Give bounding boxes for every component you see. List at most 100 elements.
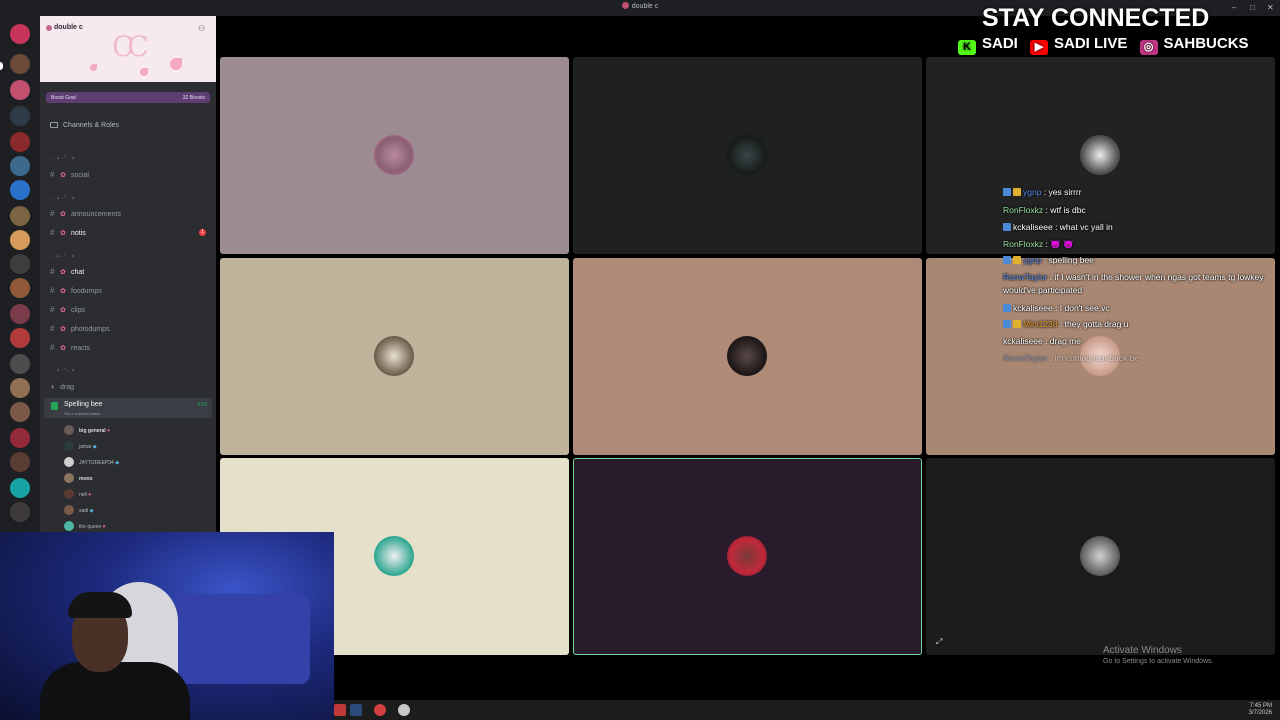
streamer-body bbox=[40, 662, 190, 720]
add-member-icon[interactable]: ⚇ bbox=[198, 24, 205, 33]
avatar bbox=[1080, 536, 1120, 576]
channel-label: clips bbox=[71, 307, 86, 314]
lock-icon bbox=[51, 402, 58, 410]
server-icon[interactable] bbox=[10, 156, 30, 176]
hash-icon: # bbox=[50, 305, 55, 314]
server-icon[interactable] bbox=[10, 378, 30, 398]
hash-icon: # bbox=[50, 343, 55, 352]
voice-member[interactable]: mooo bbox=[64, 472, 93, 486]
voice-member[interactable]: sadi ◆ bbox=[64, 504, 93, 518]
steam-icon[interactable] bbox=[350, 704, 362, 716]
flower-icon: ✿ bbox=[60, 326, 66, 333]
boost-goal-bar[interactable]: Boost Goal 32 Boosts bbox=[46, 92, 210, 103]
chat-user: ygnp bbox=[1023, 255, 1042, 265]
voice-member[interactable]: big general ♥ bbox=[64, 424, 110, 438]
voice-channel-drag[interactable]: ◖ drag bbox=[50, 380, 210, 393]
server-icon[interactable] bbox=[10, 54, 30, 74]
voice-member[interactable]: jamar ◆ bbox=[64, 440, 97, 454]
server-banner[interactable]: double c CC ⚇ bbox=[40, 16, 216, 82]
voice-channel-status[interactable]: Set a channel status bbox=[64, 411, 100, 416]
system-tray[interactable]: 7:45 PM 3/7/2026 bbox=[1249, 703, 1272, 717]
chat-message: RonwTaylor : if I wasn't in the shower w… bbox=[1003, 271, 1273, 297]
avatar bbox=[1080, 135, 1120, 175]
channel-social[interactable]: # ✿ social bbox=[50, 168, 210, 181]
channel-notis[interactable]: # ✿ notis 1 bbox=[50, 226, 210, 239]
channel-foodumps[interactable]: # ✿ foodumps bbox=[50, 284, 210, 297]
voice-channel-name: Spelling bee bbox=[64, 401, 103, 408]
member-name: jamar bbox=[79, 444, 92, 450]
badge-icon bbox=[1013, 256, 1021, 264]
channel-chat[interactable]: # ✿ chat bbox=[50, 265, 210, 278]
server-icon[interactable] bbox=[10, 106, 30, 126]
flower-icon: ✿ bbox=[60, 307, 66, 314]
list-icon bbox=[50, 122, 58, 128]
channels-roles-link[interactable]: Channels & Roles bbox=[50, 122, 119, 129]
chat-user: RonFloxkz bbox=[1003, 205, 1044, 215]
voice-channel-time: 4:53 bbox=[197, 402, 207, 408]
instagram-icon: ◎ bbox=[1139, 40, 1158, 55]
badge-icon bbox=[1013, 320, 1021, 328]
heart-icon: ♥ bbox=[88, 492, 92, 498]
server-name[interactable]: double c bbox=[54, 24, 83, 31]
social-kick: K SADI bbox=[958, 35, 1018, 55]
participant-tile[interactable] bbox=[220, 258, 569, 455]
category-divider-icon: ·.✧·˚· ˅ bbox=[51, 254, 76, 260]
server-icon[interactable] bbox=[10, 278, 30, 298]
app-icon[interactable] bbox=[398, 704, 410, 716]
server-icon[interactable] bbox=[10, 304, 30, 324]
server-icon[interactable] bbox=[10, 502, 30, 522]
close-icon[interactable]: ✕ bbox=[1267, 3, 1274, 12]
social-label: SAHBUCKS bbox=[1163, 35, 1249, 52]
chat-message: kckaliseee : I don't see vc bbox=[1003, 302, 1273, 315]
gem-icon: ◆ bbox=[89, 508, 94, 514]
member-name: mooo bbox=[79, 476, 93, 482]
server-icon[interactable] bbox=[10, 80, 30, 100]
voice-member[interactable]: nell ♥ bbox=[64, 488, 91, 502]
server-icon[interactable] bbox=[10, 132, 30, 152]
participant-tile[interactable]: ⤢ bbox=[926, 458, 1275, 655]
channel-label: social bbox=[71, 172, 89, 179]
chat-user: kckaliseee bbox=[1013, 303, 1053, 313]
member-name: nell bbox=[79, 492, 87, 498]
channel-clips[interactable]: # ✿ clips bbox=[50, 303, 210, 316]
participant-tile[interactable] bbox=[220, 57, 569, 254]
channel-photodumps[interactable]: # ✿ photodumps bbox=[50, 322, 210, 335]
badge-icon bbox=[1003, 304, 1011, 312]
avatar bbox=[727, 536, 767, 576]
server-icon[interactable] bbox=[10, 478, 30, 498]
gem-icon: ◆ bbox=[92, 444, 97, 450]
channel-reacts[interactable]: # ✿ reacts bbox=[50, 341, 210, 354]
channel-label: announcements bbox=[71, 211, 121, 218]
server-icon[interactable] bbox=[10, 206, 30, 226]
app-icon[interactable] bbox=[374, 704, 386, 716]
participant-tile-speaking[interactable] bbox=[573, 458, 922, 655]
pin-icon[interactable]: ⤢ bbox=[936, 637, 942, 647]
participant-tile[interactable] bbox=[573, 57, 922, 254]
voice-member[interactable]: the queen ♥ bbox=[64, 520, 106, 532]
voice-member[interactable]: JAYTODEEP34 ◆ bbox=[64, 456, 119, 470]
server-icon[interactable] bbox=[10, 24, 30, 44]
server-icon[interactable] bbox=[10, 428, 30, 448]
voice-channel-spelling-bee[interactable]: Spelling bee Set a channel status 4:53 bbox=[44, 398, 212, 418]
server-icon[interactable] bbox=[10, 180, 30, 200]
taskbar: 7:45 PM 3/7/2026 bbox=[334, 700, 1280, 720]
server-icon[interactable] bbox=[10, 230, 30, 250]
flower-icon: ✿ bbox=[60, 345, 66, 352]
channel-announcements[interactable]: # ✿ announcements bbox=[50, 207, 210, 220]
maximize-icon[interactable]: □ bbox=[1250, 3, 1255, 12]
chat-user: kckaliseee bbox=[1003, 336, 1043, 346]
hash-icon: # bbox=[50, 170, 55, 179]
selected-server-indicator bbox=[0, 62, 3, 70]
chat-text: : wtf is dbc bbox=[1045, 205, 1086, 215]
server-icon[interactable] bbox=[10, 354, 30, 374]
chat-user: RonwTaylor bbox=[1003, 272, 1048, 282]
server-icon[interactable] bbox=[10, 254, 30, 274]
avatar bbox=[727, 336, 767, 376]
participant-tile[interactable] bbox=[573, 258, 922, 455]
server-icon[interactable] bbox=[10, 328, 30, 348]
chat-message: Mini1238 : they gotta drag u bbox=[1003, 318, 1273, 331]
watermark-subtitle: Go to Settings to activate Windows. bbox=[1103, 658, 1214, 665]
app-icon[interactable] bbox=[334, 704, 346, 716]
server-icon[interactable] bbox=[10, 452, 30, 472]
server-icon[interactable] bbox=[10, 402, 30, 422]
